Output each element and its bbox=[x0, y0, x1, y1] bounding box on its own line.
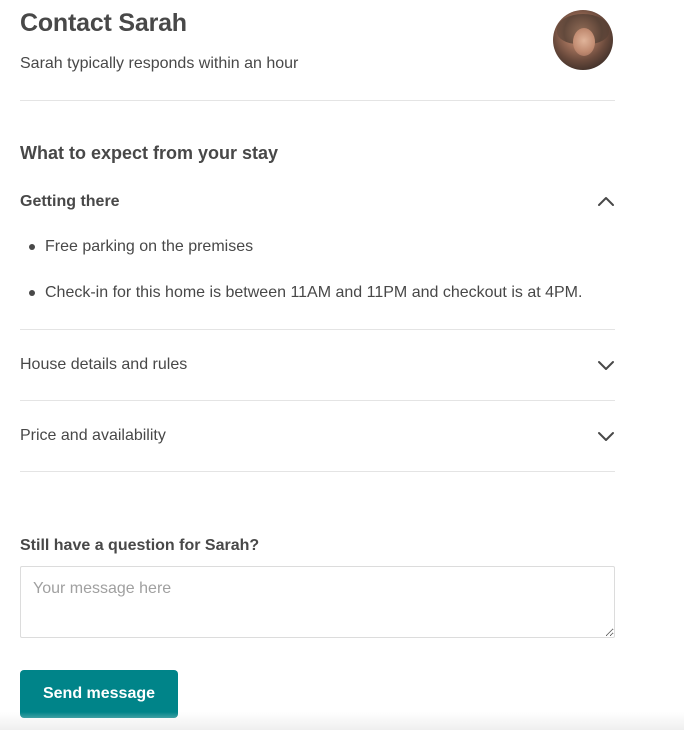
list-item-text: Free parking on the premises bbox=[45, 238, 254, 255]
accordion-getting-there[interactable]: Getting there bbox=[20, 190, 615, 214]
divider bbox=[20, 471, 615, 472]
chevron-up-icon bbox=[598, 197, 614, 206]
host-avatar[interactable] bbox=[553, 10, 613, 70]
list-item: Free parking on the premises bbox=[20, 236, 615, 282]
divider bbox=[20, 329, 615, 330]
chevron-down-icon bbox=[598, 432, 614, 441]
contact-panel: Contact Sarah Sarah typically responds w… bbox=[20, 0, 615, 718]
contact-header: Contact Sarah Sarah typically responds w… bbox=[20, 0, 615, 101]
divider bbox=[20, 400, 615, 401]
chevron-down-icon bbox=[598, 361, 614, 370]
response-time-text: Sarah typically responds within an hour bbox=[20, 55, 299, 72]
getting-there-list: Free parking on the premises Check-in fo… bbox=[20, 236, 615, 328]
list-item: Check-in for this home is between 11AM a… bbox=[20, 282, 615, 328]
bullet-icon bbox=[29, 244, 35, 250]
accordion-label: Getting there bbox=[20, 193, 120, 210]
bullet-icon bbox=[29, 290, 35, 296]
list-item-text: Check-in for this home is between 11AM a… bbox=[45, 284, 583, 301]
accordion-label: Price and availability bbox=[20, 427, 166, 444]
page-title: Contact Sarah bbox=[20, 9, 187, 37]
accordion-price-availability[interactable]: Price and availability bbox=[20, 424, 615, 448]
message-input[interactable] bbox=[20, 566, 615, 638]
expect-heading: What to expect from your stay bbox=[20, 143, 279, 163]
avatar-face bbox=[573, 28, 595, 56]
send-message-button[interactable]: Send message bbox=[20, 670, 178, 718]
question-label: Still have a question for Sarah? bbox=[20, 537, 260, 554]
accordion-house-details[interactable]: House details and rules bbox=[20, 353, 615, 377]
accordion-label: House details and rules bbox=[20, 356, 188, 373]
contact-host-page: Contact Sarah Sarah typically responds w… bbox=[0, 0, 684, 730]
